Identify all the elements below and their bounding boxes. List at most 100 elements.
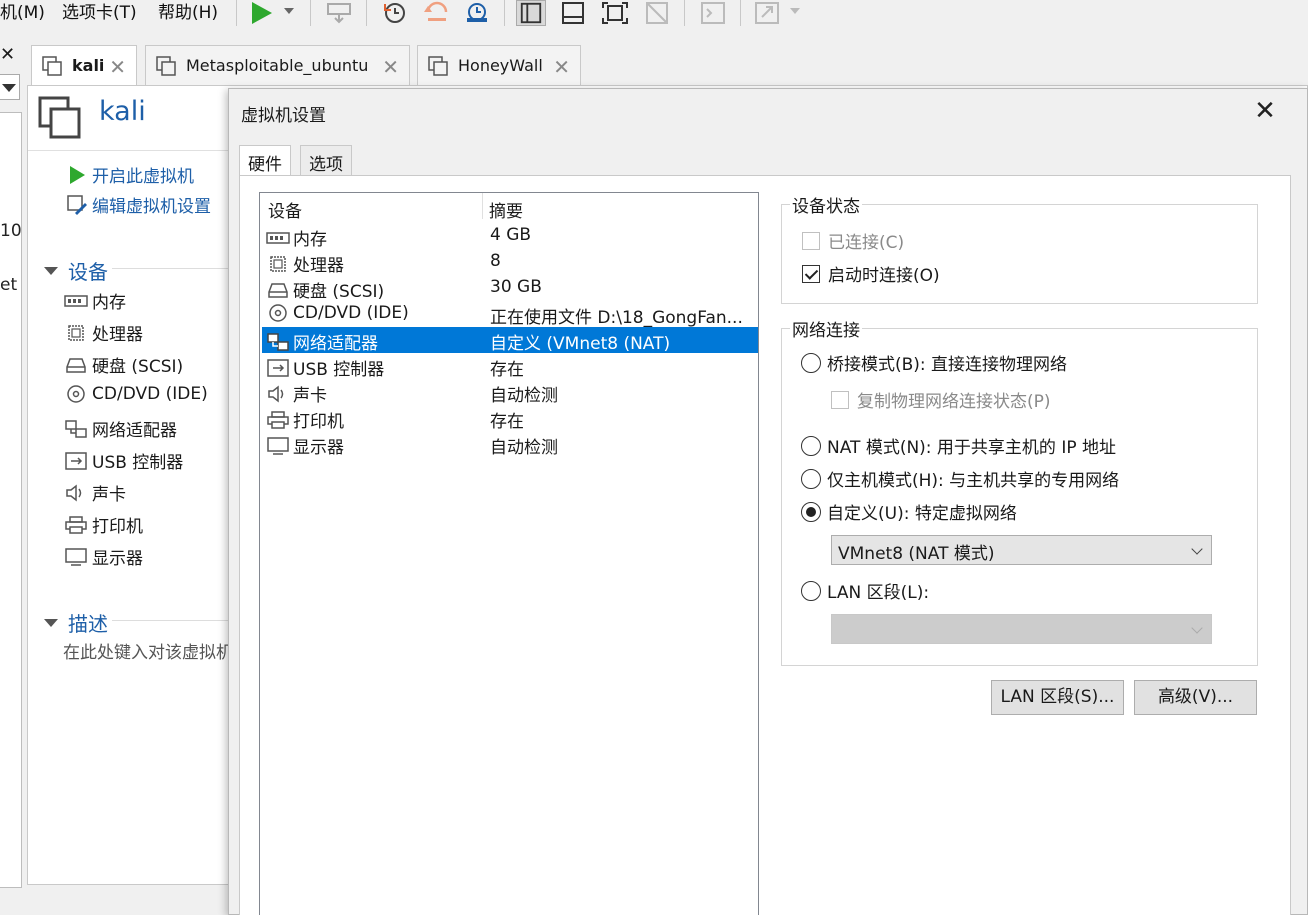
radio-button <box>801 352 821 373</box>
hardware-row-memory[interactable]: 内存 4 GB <box>262 223 758 250</box>
edit-settings-action[interactable]: 编辑虚拟机设置 <box>66 192 211 217</box>
tab-options[interactable]: 选项 <box>300 145 352 176</box>
edit-settings-label[interactable]: 编辑虚拟机设置 <box>92 192 211 217</box>
menu-help[interactable]: 帮助(H) <box>158 0 218 23</box>
hardware-row-display[interactable]: 显示器 自动检测 <box>262 431 758 458</box>
fullscreen-icon[interactable] <box>600 0 630 26</box>
row-summary: 正在使用文件 D:\18_GongFan... <box>490 308 743 328</box>
hardware-row-harddisk[interactable]: 硬盘 (SCSI) 30 GB <box>262 275 758 302</box>
radio-button <box>801 435 821 456</box>
hardware-row-printer[interactable]: 打印机 存在 <box>262 405 758 432</box>
memory-icon <box>266 231 290 244</box>
replicate-state-checkbox[interactable]: 复制物理网络连接状态(P) <box>831 387 1051 412</box>
cdrom-icon <box>67 385 85 403</box>
tab-hardware[interactable]: 硬件 <box>239 145 291 177</box>
library-close-icon[interactable]: ✕ <box>0 44 15 65</box>
menu-tabs[interactable]: 选项卡(T) <box>62 0 137 23</box>
column-header-device[interactable]: 设备 <box>268 197 302 222</box>
display-icon <box>65 547 87 566</box>
connected-checkbox[interactable]: 已连接(C) <box>802 228 904 253</box>
row-summary: 30 GB <box>490 277 542 297</box>
printer-icon <box>267 410 289 429</box>
hardware-row-sound[interactable]: 声卡 自动检测 <box>262 379 758 406</box>
description-section-header[interactable]: 描述 <box>44 608 108 637</box>
device-cdrom[interactable]: CD/DVD (IDE) <box>64 384 208 404</box>
power-on-action[interactable]: 开启此虚拟机 <box>66 162 194 187</box>
device-label: 内存 <box>92 293 126 313</box>
library-tree-fragment: et <box>0 275 18 295</box>
tab-kali[interactable]: kali ✕ <box>31 45 137 85</box>
library-tree[interactable]: 10 et <box>0 112 22 888</box>
console-icon[interactable] <box>698 0 728 26</box>
snapshot-icon[interactable] <box>380 0 410 26</box>
power-on-icon[interactable] <box>248 0 298 26</box>
row-summary: 8 <box>490 251 501 271</box>
vm-icon <box>156 55 176 76</box>
device-display[interactable]: 显示器 <box>64 544 143 569</box>
stretch-icon[interactable] <box>752 0 804 26</box>
radio-button <box>801 580 821 601</box>
hardware-list[interactable]: 设备 摘要 内存 4 GB 处理器 8 硬盘 (SCSI) 30 GB CD/D… <box>259 192 759 915</box>
memory-icon <box>64 294 88 307</box>
hardware-row-network[interactable]: 网络适配器 自定义 (VMnet8 (NAT) <box>262 327 758 354</box>
hardware-row-processor[interactable]: 处理器 8 <box>262 249 758 276</box>
close-icon[interactable]: ✕ <box>382 55 399 79</box>
device-network[interactable]: 网络适配器 <box>64 416 177 441</box>
nat-radio[interactable]: NAT 模式(N): 用于共享主机的 IP 地址 <box>801 433 1116 458</box>
vm-icon <box>428 55 448 76</box>
device-usb[interactable]: USB 控制器 <box>64 448 183 473</box>
hardware-row-usb[interactable]: USB 控制器 存在 <box>262 353 758 380</box>
divider <box>112 268 238 269</box>
custom-radio[interactable]: 自定义(U): 特定虚拟网络 <box>801 499 1017 524</box>
send-keys-icon[interactable] <box>324 0 354 26</box>
device-status-group: 设备状态 已连接(C) 启动时连接(O) <box>781 192 1258 304</box>
lan-segment-radio[interactable]: LAN 区段(L): <box>801 578 929 603</box>
radio-label: 自定义(U): 特定虚拟网络 <box>827 504 1017 524</box>
select-value: VMnet8 (NAT 模式) <box>838 544 995 564</box>
close-icon[interactable]: ✕ <box>1251 97 1279 125</box>
hardware-row-cdrom[interactable]: CD/DVD (IDE) 正在使用文件 D:\18_GongFan... <box>262 301 758 328</box>
vm-large-icon <box>38 96 81 139</box>
tab-label: HoneyWall <box>458 56 543 75</box>
unity-icon[interactable] <box>642 0 672 26</box>
device-label: 显示器 <box>92 549 143 569</box>
custom-network-select[interactable]: VMnet8 (NAT 模式) <box>831 535 1212 565</box>
tab-honeywall[interactable]: HoneyWall ✕ <box>417 45 581 85</box>
row-summary: 自动检测 <box>490 438 558 458</box>
section-title: 设备 <box>68 260 108 284</box>
device-printer[interactable]: 打印机 <box>64 512 143 537</box>
devices-section-header[interactable]: 设备 <box>44 256 108 285</box>
close-icon[interactable]: ✕ <box>553 55 570 79</box>
lan-segment-select[interactable] <box>831 614 1212 644</box>
vm-icon <box>42 55 62 76</box>
revert-snapshot-icon[interactable] <box>422 0 452 26</box>
network-icon <box>65 419 87 438</box>
checkbox-label: 启动时连接(O) <box>828 266 940 286</box>
device-harddisk[interactable]: 硬盘 (SCSI) <box>64 352 183 377</box>
snapshot-manager-icon[interactable] <box>462 0 492 26</box>
radio-label: LAN 区段(L): <box>827 583 930 603</box>
divider <box>112 620 238 621</box>
device-processor[interactable]: 处理器 <box>64 320 143 345</box>
description-field[interactable]: 在此处键入对该虚拟机 <box>63 638 233 663</box>
thumbnail-bar-icon[interactable] <box>558 0 588 26</box>
column-header-summary[interactable]: 摘要 <box>489 197 523 222</box>
toolbar-divider <box>504 0 505 26</box>
bridged-radio[interactable]: 桥接模式(B): 直接连接物理网络 <box>801 350 1067 375</box>
show-library-icon[interactable] <box>516 0 546 26</box>
page-title: kali <box>99 96 146 127</box>
device-memory[interactable]: 内存 <box>64 288 126 313</box>
connect-at-power-on-checkbox[interactable]: 启动时连接(O) <box>802 261 940 286</box>
library-search-dropdown[interactable] <box>0 74 20 100</box>
column-divider[interactable] <box>482 193 483 219</box>
lan-segments-button[interactable]: LAN 区段(S)... <box>991 680 1124 715</box>
close-icon[interactable]: ✕ <box>109 55 126 79</box>
device-sound[interactable]: 声卡 <box>64 480 126 505</box>
advanced-button[interactable]: 高级(V)... <box>1134 680 1257 715</box>
row-name: 声卡 <box>293 386 327 406</box>
power-on-label[interactable]: 开启此虚拟机 <box>92 162 194 187</box>
tab-metasploitable[interactable]: Metasploitable_ubuntu ✕ <box>145 45 410 85</box>
toolbar-divider <box>310 0 311 26</box>
menu-vm[interactable]: 机(M) <box>0 0 45 23</box>
host-only-radio[interactable]: 仅主机模式(H): 与主机共享的专用网络 <box>801 466 1119 491</box>
